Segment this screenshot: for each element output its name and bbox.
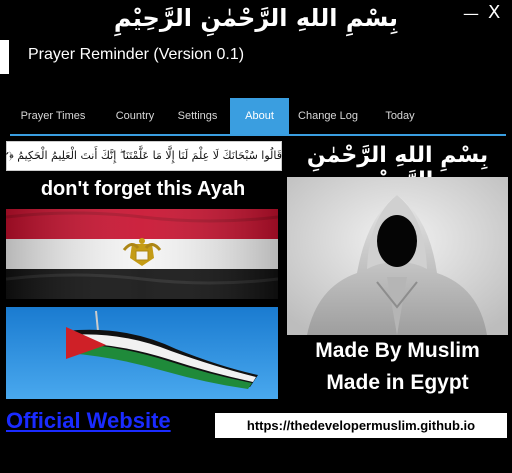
tab-prayer-times[interactable]: Prayer Times bbox=[12, 98, 94, 134]
official-website-link[interactable]: Official Website bbox=[6, 408, 171, 434]
title-accent-bar bbox=[0, 40, 9, 74]
tab-today[interactable]: Today bbox=[372, 98, 428, 134]
tab-about[interactable]: About bbox=[230, 98, 289, 134]
palestine-flag-image bbox=[6, 307, 278, 399]
tab-change-log[interactable]: Change Log bbox=[293, 98, 363, 134]
tab-bar: Prayer Times Country Settings About Chan… bbox=[0, 98, 512, 134]
ayah-text: قَالُوا سُبْحَانَكَ لَا عِلْمَ لَنَا إِل… bbox=[6, 149, 282, 162]
basmala-title: بِسْمِ اللهِ الرَّحْمٰنِ الرَّحِيْمِ bbox=[113, 4, 399, 32]
close-button[interactable]: X bbox=[488, 2, 500, 23]
tab-country[interactable]: Country bbox=[104, 98, 166, 134]
credit-made-by: Made By Muslim bbox=[315, 339, 480, 362]
tab-underline bbox=[10, 134, 506, 136]
website-url-text: https://thedevelopermuslim.github.io bbox=[246, 418, 476, 433]
hooded-figure-image bbox=[287, 177, 508, 335]
credit-made-in: Made in Egypt bbox=[326, 371, 469, 394]
ayah-caption: don't forget this Ayah bbox=[40, 178, 246, 200]
tab-settings[interactable]: Settings bbox=[170, 98, 225, 134]
app-title: Prayer Reminder (Version 0.1) bbox=[28, 46, 245, 63]
egypt-flag-image bbox=[6, 209, 278, 299]
minimize-button[interactable]: — bbox=[463, 4, 479, 23]
